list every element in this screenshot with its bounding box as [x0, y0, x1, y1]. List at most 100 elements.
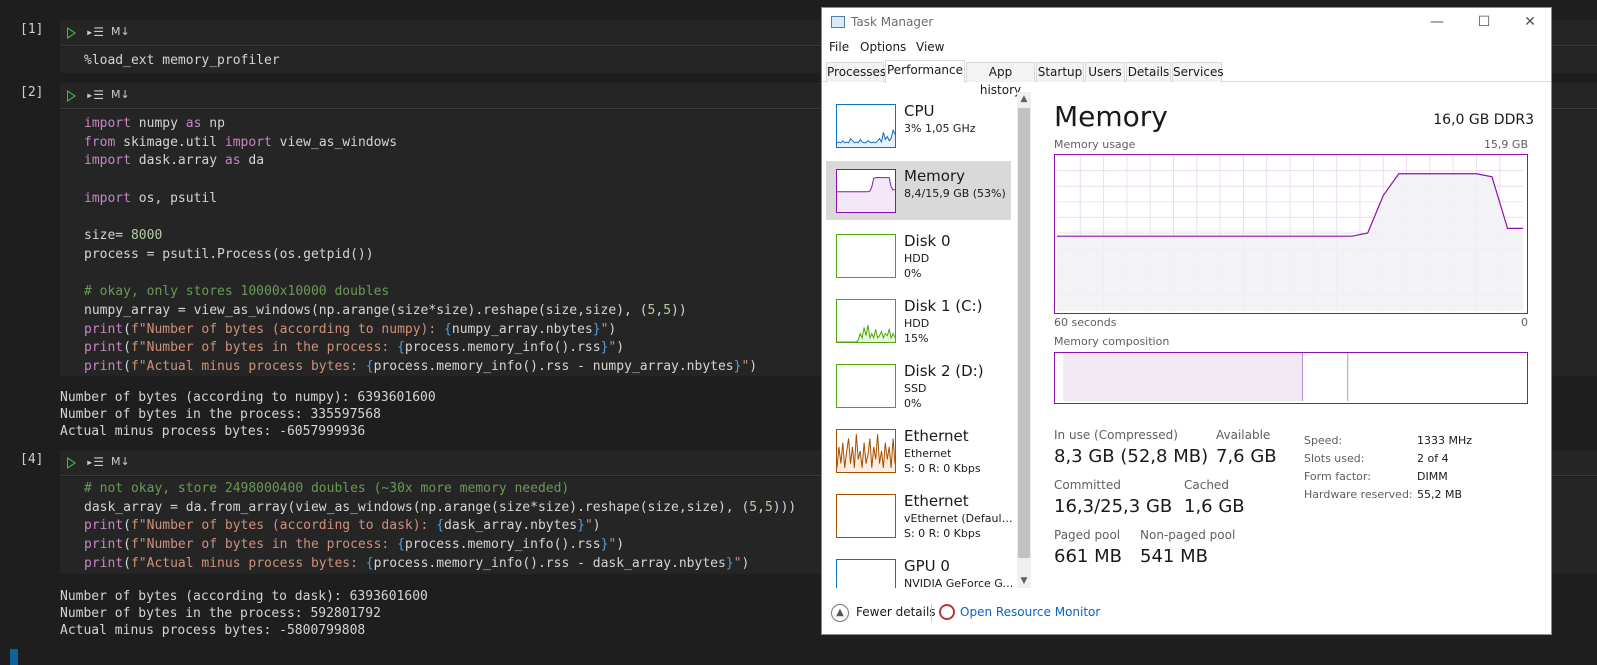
tab-startup[interactable]: Startup — [1036, 62, 1084, 82]
sidebar-scrollbar[interactable]: ▲ ▼ — [1017, 92, 1031, 588]
run-cell-icon[interactable] — [67, 90, 76, 102]
memory-usage-graph — [1054, 154, 1528, 314]
sidebar-item-label: Disk 0 — [904, 232, 951, 250]
sidebar-item-label: Ethernet — [904, 492, 969, 510]
menu-view[interactable]: View — [916, 40, 944, 54]
markdown-toggle-icon[interactable]: M↓ — [111, 25, 130, 38]
sidebar-item-label: Disk 2 (D:) — [904, 362, 984, 380]
sidebar-thumbnail — [836, 559, 896, 588]
footer: ▲ Fewer details Open Resource Monitor — [822, 600, 1551, 630]
non-paged-pool-label: Non-paged pool — [1140, 528, 1236, 542]
cell-output-line: Number of bytes in the process: 33559756… — [60, 407, 381, 422]
code-line: import numpy as np — [84, 116, 225, 131]
scrollbar-thumb[interactable] — [1018, 108, 1030, 558]
sidebar-thumbnail — [836, 169, 896, 213]
spec-label: Form factor: — [1304, 470, 1371, 483]
close-button[interactable]: ✕ — [1519, 12, 1541, 32]
graph-time-right: 0 — [1521, 316, 1528, 329]
sidebar-thumbnail — [836, 299, 896, 343]
in-use-value: 8,3 GB (52,8 MB) — [1054, 446, 1209, 467]
cell-output-line: Actual minus process bytes: -6057999936 — [60, 424, 366, 439]
sidebar-item-detail: SSD — [904, 382, 927, 395]
sidebar-item-cpu[interactable]: CPU 3% 1,05 GHz — [826, 96, 1011, 155]
sidebar-item-disk-0[interactable]: Disk 0 HDD 0% — [826, 226, 1011, 285]
non-paged-pool-value: 541 MB — [1140, 546, 1208, 567]
footer-divider — [931, 604, 932, 622]
code-line: size= 8000 — [84, 228, 163, 244]
title-bar: Task Manager — ☐ ✕ — [822, 8, 1551, 36]
sidebar-thumbnail — [836, 104, 896, 148]
memory-title: Memory — [1054, 100, 1168, 133]
sidebar-thumbnail — [836, 429, 896, 473]
sidebar-item-detail: S: 0 R: 0 Kbps — [904, 527, 981, 540]
tab-details[interactable]: Details — [1126, 62, 1171, 82]
tab-strip: Processes Performance App history Startu… — [822, 60, 1551, 97]
tab-performance[interactable]: Performance — [885, 60, 965, 83]
sidebar-item-detail: 8,4/15,9 GB (53%) — [904, 187, 1006, 200]
menu-options[interactable]: Options — [860, 40, 906, 54]
spec-label: Speed: — [1304, 434, 1343, 447]
available-value: 7,6 GB — [1216, 446, 1277, 467]
spec-value: 1333 MHz — [1417, 434, 1473, 447]
maximize-button[interactable]: ☐ — [1473, 12, 1495, 32]
code-line: process = psutil.Process(os.getpid()) — [84, 246, 374, 262]
spec-label: Slots used: — [1304, 452, 1365, 465]
minimize-button[interactable]: — — [1426, 12, 1448, 32]
code-line: numpy_array = view_as_windows(np.arange(… — [84, 303, 687, 318]
code-line: # okay, only stores 10000x10000 doubles — [84, 284, 390, 300]
sidebar-item-detail: S: 0 R: 0 Kbps — [904, 462, 981, 475]
task-manager-icon — [831, 16, 845, 28]
memory-panel: Memory 16,0 GB DDR3 Memory usage 15,9 GB… — [1054, 92, 1534, 592]
code-line: print(f"Number of bytes (according to da… — [84, 518, 601, 534]
tab-app-history[interactable]: App history — [966, 62, 1035, 97]
tab-processes[interactable]: Processes — [826, 62, 886, 82]
sparkline — [837, 560, 895, 588]
tab-services[interactable]: Services — [1172, 62, 1224, 82]
sparkline — [837, 177, 895, 212]
cached-label: Cached — [1184, 478, 1229, 492]
spec-value: DIMM — [1417, 470, 1448, 483]
sidebar-item-disk-1-c[interactable]: Disk 1 (C:) HDD 15% — [826, 291, 1011, 350]
paged-pool-value: 661 MB — [1054, 546, 1122, 567]
memory-usage-max: 15,9 GB — [1483, 138, 1528, 151]
scroll-down-icon[interactable]: ▼ — [1017, 574, 1031, 588]
markdown-toggle-icon[interactable]: M↓ — [111, 455, 130, 468]
run-below-icon[interactable]: ▸☰ — [86, 25, 104, 39]
in-use-label: In use (Compressed) — [1054, 428, 1178, 442]
run-cell-icon[interactable] — [67, 27, 76, 39]
scroll-up-icon[interactable]: ▲ — [1017, 92, 1031, 106]
execution-count: [4] — [20, 452, 44, 467]
open-resource-monitor-link[interactable]: Open Resource Monitor — [960, 605, 1100, 619]
run-below-icon[interactable]: ▸☰ — [86, 88, 104, 102]
committed-value: 16,3/25,3 GB — [1054, 496, 1173, 517]
fewer-details-link[interactable]: Fewer details — [856, 605, 936, 619]
code-line: import dask.array as da — [84, 153, 265, 169]
chevron-up-icon[interactable]: ▲ — [831, 604, 849, 622]
composition-segment-in_use — [1063, 353, 1303, 402]
cell-output-line: Number of bytes in the process: 59280179… — [60, 606, 381, 621]
window-title: Task Manager — [851, 15, 934, 29]
sidebar-item-detail: NVIDIA GeForce GTX — [904, 577, 1016, 588]
code-line: print(f"Number of bytes in the process: … — [84, 340, 625, 356]
memory-usage-label: Memory usage — [1054, 138, 1136, 151]
sparkline — [837, 128, 895, 147]
sidebar-item-ethernet[interactable]: Ethernet vEthernet (Default Switch) S: 0 R… — [826, 486, 1016, 545]
sidebar-item-gpu-0[interactable]: GPU 0NVIDIA GeForce GTX1% — [826, 551, 1016, 588]
spec-value: 2 of 4 — [1417, 452, 1449, 465]
sidebar-item-disk-2-d[interactable]: Disk 2 (D:) SSD 0% — [826, 356, 1011, 415]
code-line: print(f"Actual minus process bytes: {pro… — [84, 359, 758, 375]
menu-file[interactable]: File — [829, 40, 849, 54]
sidebar-item-memory[interactable]: Memory 8,4/15,9 GB (53%) — [826, 161, 1011, 220]
task-manager-window: Task Manager — ☐ ✕ File Options View Pro… — [821, 7, 1552, 635]
run-cell-icon[interactable] — [67, 457, 76, 469]
sidebar-thumbnail — [836, 364, 896, 408]
sidebar-thumbnail — [836, 494, 896, 538]
sidebar-item-detail: vEthernet (Default Switch) — [904, 512, 1016, 525]
spec-value: 55,2 MB — [1417, 488, 1463, 501]
tab-users[interactable]: Users — [1085, 62, 1125, 82]
sparkline — [837, 434, 895, 472]
memory-composition-bar — [1054, 352, 1528, 404]
sidebar-item-ethernet[interactable]: Ethernet Ethernet S: 0 R: 0 Kbps — [826, 421, 1011, 480]
markdown-toggle-icon[interactable]: M↓ — [111, 88, 130, 101]
run-below-icon[interactable]: ▸☰ — [86, 455, 104, 469]
